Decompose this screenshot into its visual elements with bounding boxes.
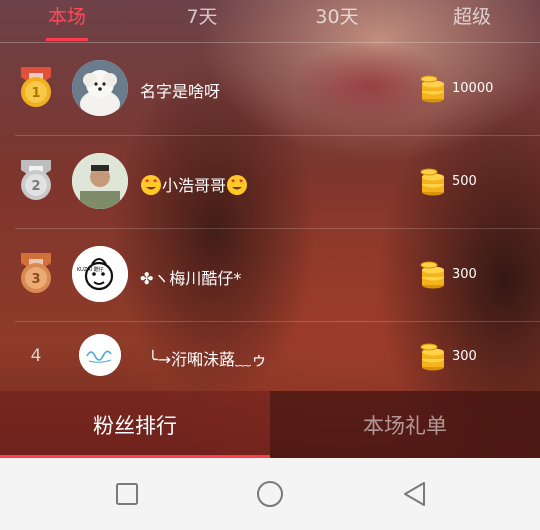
user-name: 名字是啥呀 [140, 82, 221, 101]
system-nav-bar [0, 458, 540, 530]
ranking-row-4[interactable]: 4 ╰→洐啝沬蕗﹏ゥ 300 [0, 322, 540, 391]
recent-apps-icon[interactable] [109, 476, 145, 512]
tab-fan-ranking[interactable]: 粉丝排行 [0, 391, 270, 458]
user-name: ✤ヽ梅川酷仔* [140, 269, 242, 288]
svg-text:1: 1 [31, 86, 40, 101]
panel-tabs: 粉丝排行 本场礼单 [0, 391, 540, 458]
avatar[interactable] [72, 60, 128, 116]
heart-eyes-emoji-icon [141, 175, 161, 195]
tab-gift-list-label: 本场礼单 [363, 414, 447, 438]
tab-30-days[interactable]: 30天 [315, 2, 358, 29]
avatar[interactable] [79, 334, 121, 376]
active-tab-indicator [46, 38, 88, 41]
ranking-row-1[interactable]: 1 名字是啥呀 10000 [0, 43, 540, 136]
svg-text:2: 2 [31, 179, 40, 194]
tab-super[interactable]: 超级 [453, 2, 491, 29]
heart-eyes-emoji-icon [227, 175, 248, 195]
tab-gift-list[interactable]: 本场礼单 [270, 391, 540, 458]
user-name: 小浩哥哥 [140, 172, 248, 196]
coin-icon [420, 168, 444, 196]
user-name: ╰→洐啝沬蕗﹏ゥ [148, 350, 268, 369]
tab-fan-ranking-label: 粉丝排行 [93, 414, 177, 438]
ranking-row-2[interactable]: 2 小浩哥哥 500 [0, 136, 540, 229]
gift-amount: 10000 [452, 81, 494, 96]
user-name-text: 小浩哥哥 [162, 176, 227, 195]
period-tabs: 本场 7天 30天 超级 [0, 0, 540, 42]
coin-icon [420, 343, 444, 371]
avatar[interactable] [72, 153, 128, 209]
gold-medal-icon: 1 [21, 67, 51, 107]
coin-icon [420, 261, 444, 289]
svg-text:3: 3 [31, 272, 40, 287]
coin-icon [420, 75, 444, 103]
home-icon[interactable] [252, 476, 288, 512]
gift-amount: 300 [452, 349, 477, 364]
back-icon[interactable] [396, 476, 432, 512]
bronze-medal-icon: 3 [21, 253, 51, 293]
silver-medal-icon: 2 [21, 160, 51, 200]
avatar-logo-text: KUZAI 酷仔 [77, 266, 104, 273]
avatar[interactable]: KUZAI 酷仔 [72, 246, 128, 302]
ranking-row-3[interactable]: 3 KUZAI 酷仔 ✤ヽ梅川酷仔* 300 [0, 229, 540, 322]
gift-amount: 300 [452, 267, 477, 282]
tab-this-session[interactable]: 本场 [48, 2, 86, 29]
gift-amount: 500 [452, 174, 477, 189]
rank-number: 4 [30, 346, 42, 366]
tab-7-days[interactable]: 7天 [186, 2, 217, 29]
